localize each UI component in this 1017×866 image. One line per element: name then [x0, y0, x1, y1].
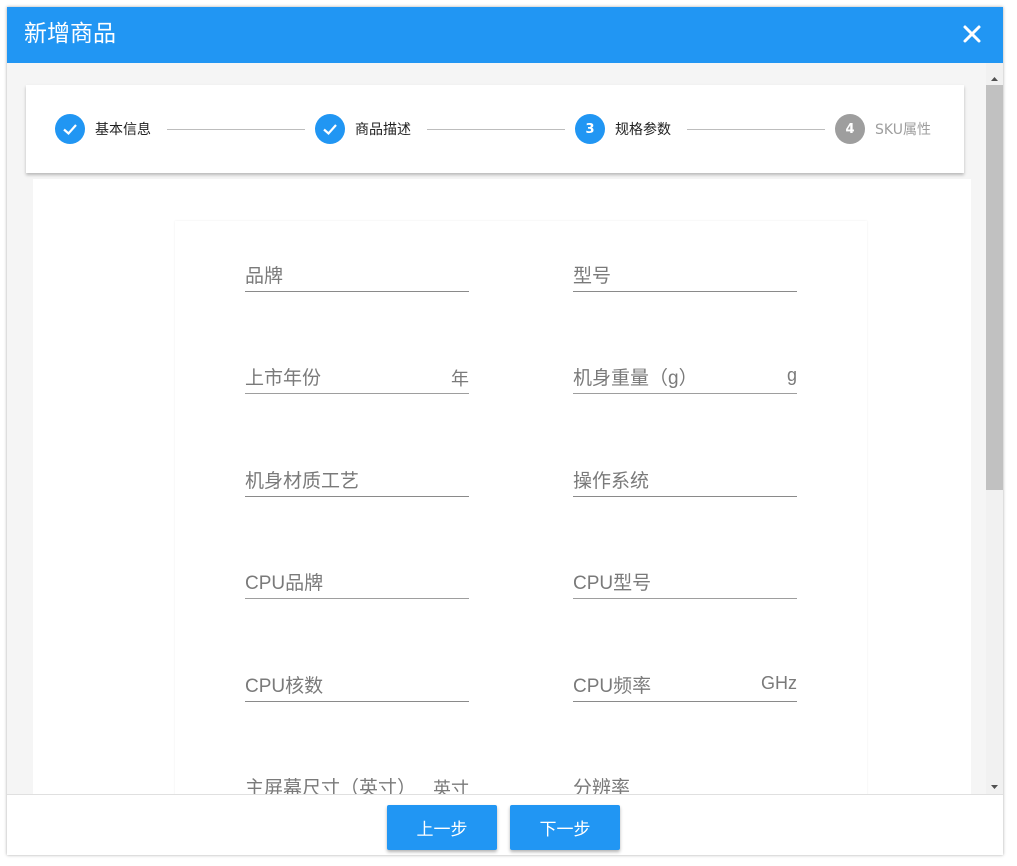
- step-connector: [687, 129, 825, 130]
- dialog-titlebar: 新增商品: [7, 7, 1003, 63]
- field-label: 品牌: [245, 261, 283, 288]
- step-label: 基本信息: [95, 119, 151, 139]
- field-label: 操作系统: [573, 466, 649, 493]
- step-basic-info[interactable]: 基本信息: [55, 114, 151, 144]
- field-label: 上市年份: [245, 363, 321, 390]
- field-label: 型号: [573, 261, 611, 288]
- scroll-down-icon[interactable]: [986, 777, 1003, 787]
- step-number: 4: [835, 114, 865, 144]
- field-label: 机身重量（g）: [573, 363, 698, 390]
- scroll-up-icon[interactable]: [986, 69, 1003, 79]
- stepper: 基本信息 商品描述 3 规格参数 4 SKU属性: [26, 85, 964, 173]
- field-label: CPU型号: [573, 568, 651, 595]
- body-material-field[interactable]: 机身材质工艺: [245, 456, 469, 497]
- scrollbar-thumb[interactable]: [986, 85, 1003, 490]
- step-number: 3: [575, 114, 605, 144]
- step-connector: [167, 129, 305, 130]
- field-label: CPU品牌: [245, 568, 323, 595]
- os-field[interactable]: 操作系统: [573, 456, 797, 497]
- brand-field[interactable]: 品牌: [245, 251, 469, 292]
- field-label: 主屏幕尺寸（英寸）: [245, 773, 416, 794]
- field-suffix: g: [787, 365, 797, 386]
- resolution-field[interactable]: 分辨率: [573, 763, 797, 794]
- field-label: 机身材质工艺: [245, 466, 359, 493]
- step-product-description[interactable]: 商品描述: [315, 114, 411, 144]
- dialog-content: 基本信息 商品描述 3 规格参数 4 SKU属性: [7, 63, 986, 794]
- step-label: 规格参数: [615, 119, 671, 139]
- dialog-title: 新增商品: [24, 19, 116, 49]
- field-suffix: 英寸: [433, 775, 469, 794]
- check-icon: [55, 114, 85, 144]
- close-icon[interactable]: [957, 19, 987, 49]
- prev-step-button[interactable]: 上一步: [387, 805, 497, 850]
- screen-size-field[interactable]: 主屏幕尺寸（英寸） 英寸: [245, 763, 469, 794]
- weight-field[interactable]: 机身重量（g） g: [573, 353, 797, 394]
- step-label: 商品描述: [355, 119, 411, 139]
- cpu-cores-field[interactable]: CPU核数: [245, 661, 469, 702]
- next-step-button[interactable]: 下一步: [510, 805, 620, 850]
- add-product-dialog: 新增商品 基本信息 商品描述 3: [7, 7, 1003, 855]
- cpu-frequency-field[interactable]: CPU频率 GHz: [573, 661, 797, 702]
- field-label: CPU核数: [245, 671, 323, 698]
- check-icon: [315, 114, 345, 144]
- step-connector: [427, 129, 565, 130]
- dialog-footer: 上一步 下一步: [7, 794, 1003, 855]
- release-year-field[interactable]: 上市年份 年: [245, 353, 469, 394]
- field-label: 分辨率: [573, 773, 630, 794]
- model-field[interactable]: 型号: [573, 251, 797, 292]
- step-spec-params[interactable]: 3 规格参数: [575, 114, 671, 144]
- step-sku-attributes[interactable]: 4 SKU属性: [835, 114, 931, 144]
- cpu-model-field[interactable]: CPU型号: [573, 558, 797, 599]
- form-area: 品牌 型号 上市年份 年 机身重量（g） g 机身材质工艺 操作系统: [33, 179, 971, 794]
- spec-form: 品牌 型号 上市年份 年 机身重量（g） g 机身材质工艺 操作系统: [175, 221, 867, 794]
- field-suffix: 年: [451, 365, 469, 391]
- field-label: CPU频率: [573, 671, 651, 698]
- field-suffix: GHz: [761, 673, 797, 694]
- step-label: SKU属性: [875, 119, 931, 139]
- cpu-brand-field[interactable]: CPU品牌: [245, 558, 469, 599]
- scrollbar[interactable]: [986, 63, 1003, 794]
